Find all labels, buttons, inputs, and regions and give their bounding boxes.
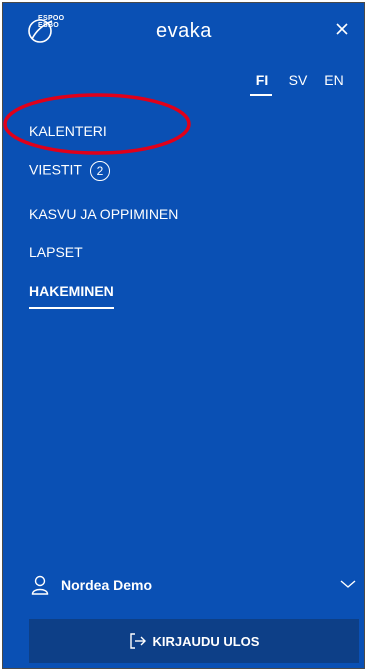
language-sv[interactable]: SV: [280, 72, 316, 96]
logout-icon: [129, 633, 146, 649]
brand-title: evaka: [156, 20, 212, 42]
user-name: Nordea Demo: [61, 577, 153, 593]
nav-item-lapset[interactable]: LAPSET: [29, 244, 83, 260]
nav-item-kalenteri[interactable]: KALENTERI: [29, 123, 107, 139]
nav-item-viestit[interactable]: VIESTIT 2: [29, 161, 110, 181]
drawer-header: ESPOO ESBO evaka: [3, 3, 364, 61]
language-en[interactable]: EN: [316, 72, 352, 96]
logo-line1: ESPOO: [38, 15, 65, 22]
nav-item-label: VIESTIT: [29, 161, 82, 178]
nav-item-label: KALENTERI: [29, 123, 107, 139]
nav-item-kasvu-ja-oppiminen[interactable]: KASVU JA OPPIMINEN: [29, 206, 178, 222]
unread-count-badge: 2: [89, 161, 110, 181]
nav-item-label: LAPSET: [29, 244, 83, 260]
user-icon: [31, 575, 49, 595]
language-fi[interactable]: FI: [244, 72, 280, 96]
logo-text: ESPOO ESBO: [38, 15, 64, 29]
close-icon[interactable]: [332, 19, 352, 39]
user-menu[interactable]: Nordea Demo: [3, 567, 364, 601]
logo-line2: ESBO: [38, 22, 60, 29]
navigation-drawer: ESPOO ESBO evaka FI SV EN KALENTERI VIES…: [2, 2, 365, 669]
nav-item-hakeminen[interactable]: HAKEMINEN: [29, 283, 114, 309]
logout-button[interactable]: KIRJAUDU ULOS: [29, 619, 359, 663]
active-indicator: [29, 307, 114, 309]
screen: ESPOO ESBO evaka FI SV EN KALENTERI VIES…: [0, 0, 367, 671]
chevron-down-icon: [340, 580, 356, 588]
nav-item-label: HAKEMINEN: [29, 283, 114, 299]
nav-item-label: KASVU JA OPPIMINEN: [29, 206, 179, 222]
logout-content: KIRJAUDU ULOS: [29, 619, 359, 663]
language-selector: FI SV EN: [244, 72, 352, 96]
logout-label: KIRJAUDU ULOS: [152, 633, 260, 649]
